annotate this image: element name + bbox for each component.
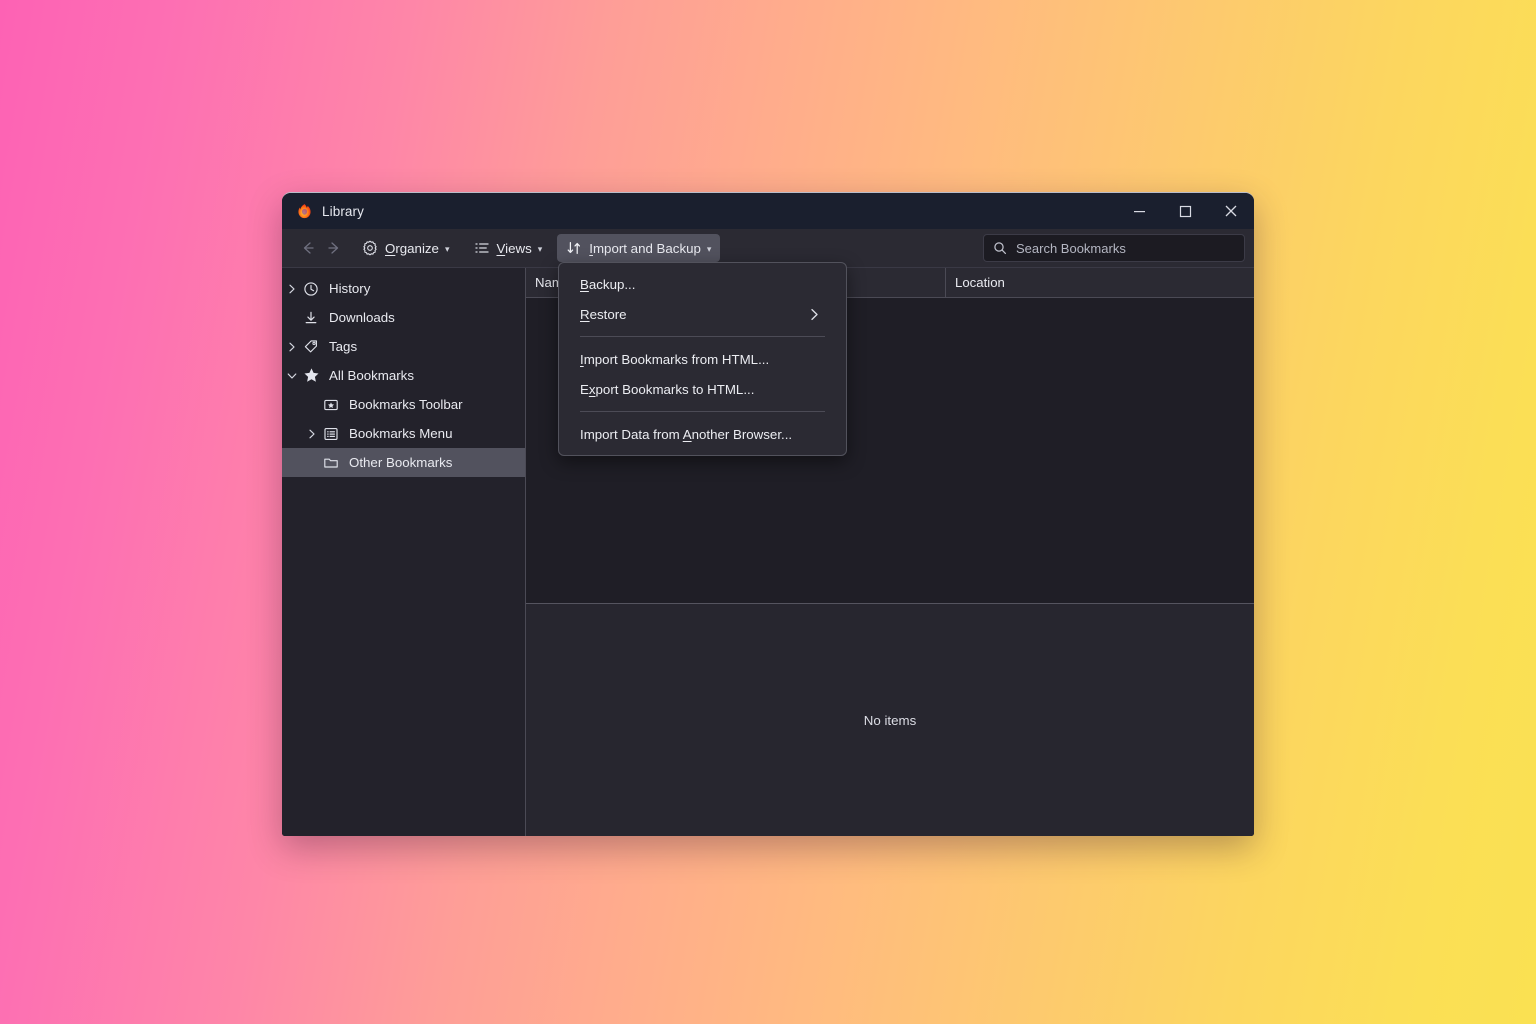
star-icon [301, 367, 321, 384]
menu-separator [580, 411, 825, 412]
forward-arrow-icon [328, 242, 339, 254]
menu-item-restore[interactable]: Restore [559, 299, 846, 329]
chevron-down-icon[interactable] [282, 370, 301, 382]
back-arrow-icon [303, 242, 314, 254]
column-header-location[interactable]: Location [946, 268, 1254, 297]
no-items-text: No items [863, 712, 917, 728]
sidebar-item-label: Tags [329, 339, 358, 354]
chevron-down-icon: ▾ [444, 243, 450, 254]
menu-item-export-bookmarks-to-html[interactable]: Export Bookmarks to HTML... [559, 374, 846, 404]
minimize-icon [1133, 210, 1145, 212]
gear-icon [362, 240, 378, 256]
menu-item-label: Import Data from Another Browser... [580, 426, 793, 442]
clock-icon [301, 281, 321, 297]
sidebar-item-all-bookmarks[interactable]: All Bookmarks [282, 361, 525, 390]
sidebar-item-label: Bookmarks Menu [349, 426, 453, 441]
import-and-backup-button[interactable]: Import and Backup ▾ [557, 234, 721, 262]
chevron-right-icon [807, 307, 822, 322]
back-button[interactable] [295, 235, 321, 261]
maximize-icon [1179, 205, 1191, 217]
import-and-backup-menu: Backup... Restore Import Bookmarks from … [558, 262, 847, 456]
places-tree-sidebar: History Downloads Tags All Bookmarks Boo… [282, 268, 526, 836]
title-bar: Library [282, 193, 1254, 229]
forward-button[interactable] [321, 235, 347, 261]
chevron-down-icon: ▾ [706, 243, 712, 254]
menu-item-import-data-from-another-browser[interactable]: Import Data from Another Browser... [559, 419, 846, 449]
sidebar-item-label: All Bookmarks [329, 368, 414, 383]
maximize-button[interactable] [1162, 193, 1208, 229]
sidebar-item-downloads[interactable]: Downloads [282, 303, 525, 332]
search-bookmarks-box[interactable] [983, 234, 1245, 262]
organize-button[interactable]: Organize ▾ [353, 234, 459, 262]
firefox-logo-icon [298, 203, 311, 218]
sidebar-item-tags[interactable]: Tags [282, 332, 525, 361]
detail-pane: No items [526, 604, 1254, 836]
sidebar-item-label: Other Bookmarks [349, 455, 453, 470]
menu-item-backup[interactable]: Backup... [559, 269, 846, 299]
menu-item-label: Restore [580, 306, 627, 322]
import-and-backup-label: Import and Backup [589, 240, 701, 256]
menu-item-label: Export Bookmarks to HTML... [580, 381, 755, 397]
import-export-arrows-icon [566, 240, 582, 256]
list-view-icon [474, 240, 490, 256]
close-button[interactable] [1208, 193, 1254, 229]
window-title: Library [322, 203, 364, 219]
views-button[interactable]: Views ▾ [465, 234, 552, 262]
search-icon [993, 241, 1007, 255]
sidebar-item-label: History [329, 281, 371, 296]
chevron-right-icon[interactable] [302, 428, 321, 440]
menu-item-import-bookmarks-from-html[interactable]: Import Bookmarks from HTML... [559, 344, 846, 374]
menu-item-label: Backup... [580, 276, 636, 292]
sidebar-item-other-bookmarks[interactable]: Other Bookmarks [282, 448, 525, 477]
close-icon [1225, 205, 1237, 217]
sidebar-item-label: Downloads [329, 310, 395, 325]
chevron-right-icon[interactable] [282, 341, 301, 353]
bookmarks-menu-icon [321, 426, 341, 442]
organize-label: Organize [385, 240, 439, 256]
menu-separator [580, 336, 825, 337]
sidebar-item-bookmarks-toolbar[interactable]: Bookmarks Toolbar [282, 390, 525, 419]
chevron-down-icon: ▾ [537, 243, 543, 254]
menu-item-label: Import Bookmarks from HTML... [580, 351, 770, 367]
column-header-blank[interactable] [846, 268, 946, 297]
search-input[interactable] [1014, 235, 1244, 261]
sidebar-item-history[interactable]: History [282, 274, 525, 303]
folder-icon [321, 455, 341, 471]
chevron-right-icon[interactable] [282, 283, 301, 295]
sidebar-item-bookmarks-menu[interactable]: Bookmarks Menu [282, 419, 525, 448]
tag-icon [301, 339, 321, 355]
window-controls [1116, 193, 1254, 229]
download-icon [301, 310, 321, 326]
views-label: Views [496, 240, 532, 256]
minimize-button[interactable] [1116, 193, 1162, 229]
sidebar-item-label: Bookmarks Toolbar [349, 397, 463, 412]
bookmarks-toolbar-icon [321, 397, 341, 413]
